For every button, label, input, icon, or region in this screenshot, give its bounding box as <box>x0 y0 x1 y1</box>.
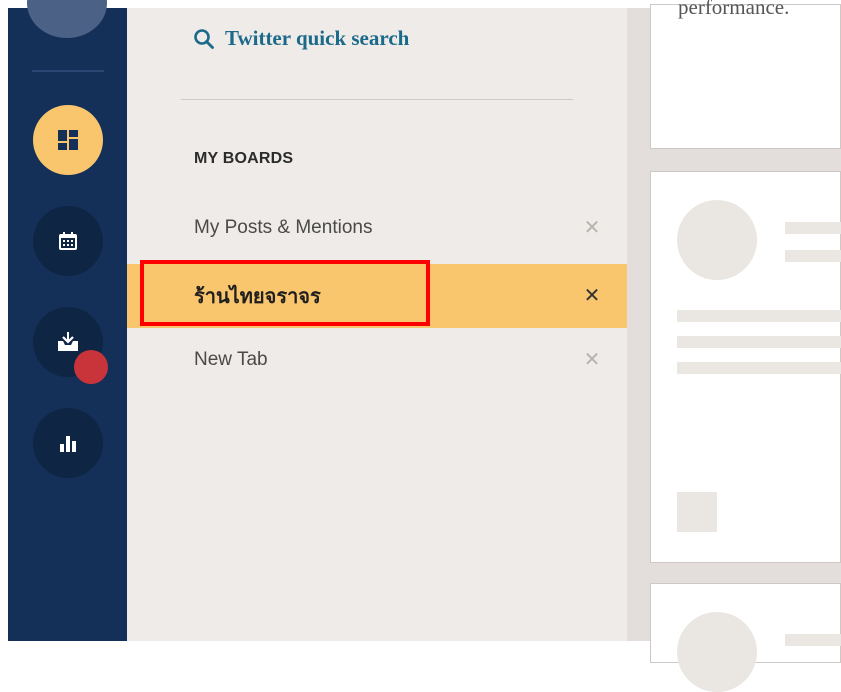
board-item-new-tab[interactable]: New Tab ✕ <box>127 328 627 392</box>
placeholder-card <box>650 171 841 563</box>
placeholder-card <box>650 583 841 692</box>
board-label: My Posts & Mentions <box>194 217 373 238</box>
placeholder-avatar <box>677 612 757 692</box>
placeholder-line <box>785 634 841 646</box>
dashboard-icon <box>58 130 78 150</box>
search-label: Twitter quick search <box>225 26 410 50</box>
avatar[interactable] <box>27 0 107 38</box>
search-icon <box>194 28 214 49</box>
placeholder-line <box>677 310 841 322</box>
notification-badge <box>74 350 108 384</box>
section-title: MY BOARDS <box>194 150 294 167</box>
twitter-quick-search-link[interactable]: Twitter quick search <box>193 26 409 51</box>
inbox-download-icon <box>58 332 78 351</box>
content-area: performance. <box>627 0 841 692</box>
highlight-box <box>140 260 430 326</box>
placeholder-thumbnail <box>677 492 717 532</box>
close-icon[interactable]: ✕ <box>583 350 601 370</box>
placeholder-line <box>785 222 841 234</box>
nav-analytics-button[interactable] <box>33 408 103 478</box>
card-text: performance. <box>678 0 790 19</box>
close-icon[interactable]: ✕ <box>583 286 601 306</box>
board-label: New Tab <box>194 349 268 370</box>
left-nav-rail <box>8 0 127 641</box>
nav-calendar-button[interactable] <box>33 206 103 276</box>
board-item-my-posts[interactable]: My Posts & Mentions ✕ <box>127 196 627 260</box>
close-icon[interactable]: ✕ <box>583 218 601 238</box>
nav-dashboard-button[interactable] <box>33 105 103 175</box>
placeholder-line <box>785 250 841 262</box>
panel-divider <box>181 99 573 100</box>
placeholder-line <box>677 362 841 374</box>
placeholder-avatar <box>677 200 757 280</box>
calendar-icon <box>59 232 77 250</box>
analytics-icon <box>60 436 76 452</box>
post-card: performance. <box>650 0 841 149</box>
placeholder-line <box>677 336 841 348</box>
nav-divider <box>32 70 104 72</box>
